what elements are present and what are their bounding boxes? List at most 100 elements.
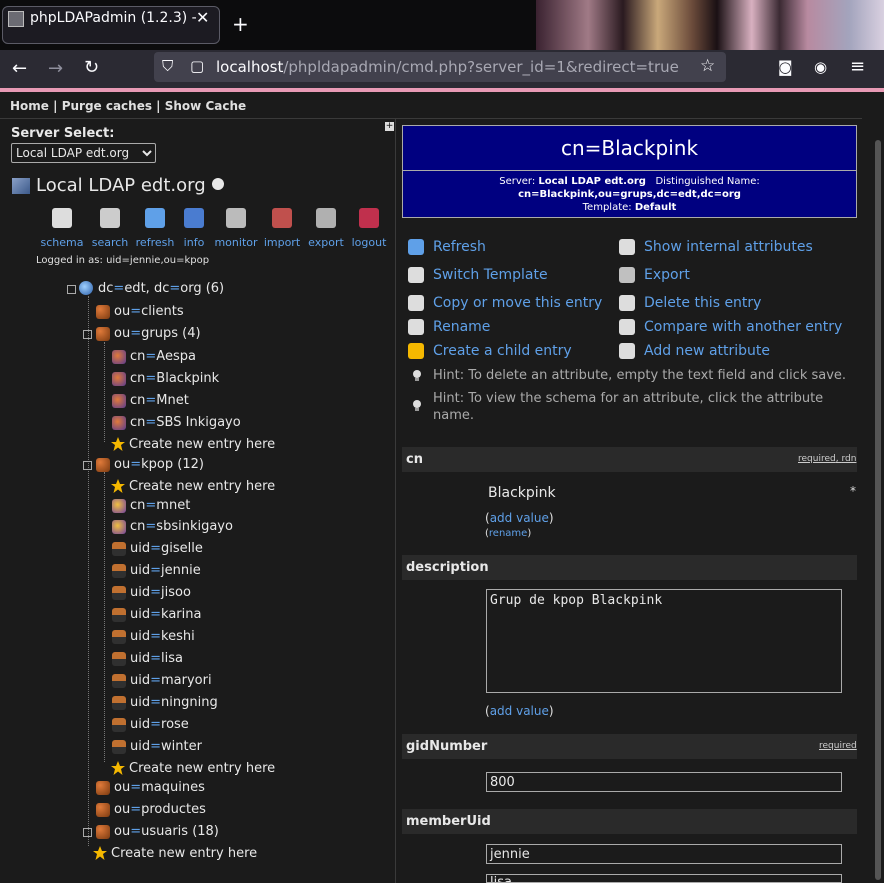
expand-icon[interactable]: + <box>385 122 394 131</box>
extension-icon[interactable]: ◉ <box>814 58 827 76</box>
memberuid-input[interactable]: lisa <box>486 874 842 883</box>
action-add-new-attribute[interactable]: Add new attribute <box>644 343 770 359</box>
tree-node[interactable]: uid=ningning <box>130 695 218 710</box>
attribute-name-description[interactable]: description <box>406 560 489 575</box>
tree-node-value: clients <box>141 304 184 319</box>
pocket-icon[interactable]: ◙ <box>778 58 793 76</box>
tree-node[interactable]: cn=Aespa <box>130 349 196 364</box>
server-select[interactable]: Local LDAP edt.org <box>11 143 156 163</box>
tree-node-count: (12) <box>173 457 204 472</box>
collapse-toggle[interactable] <box>83 461 92 470</box>
collapse-toggle[interactable] <box>67 285 76 294</box>
create-entry-link[interactable]: Create new entry here <box>129 479 275 494</box>
tree-node[interactable]: uid=lisa <box>130 651 183 666</box>
server-value: Local LDAP edt.org <box>538 176 646 187</box>
purge-caches-link[interactable]: Purge caches <box>62 99 152 113</box>
rdn-link[interactable]: rdn <box>841 454 856 464</box>
close-tab-icon[interactable]: ✕ <box>196 8 209 27</box>
description-textarea[interactable]: Grup de kpop Blackpink <box>486 589 842 693</box>
tree-node[interactable]: uid=karina <box>130 607 201 622</box>
action-rename[interactable]: Rename <box>433 319 490 335</box>
paren: ) <box>548 704 554 718</box>
tree-node[interactable]: uid=winter <box>130 739 202 754</box>
tree-node[interactable]: ou=clients <box>114 304 184 319</box>
add-value-link[interactable]: add value <box>490 511 549 525</box>
home-link[interactable]: Home <box>10 99 49 113</box>
action-copy-or-move-this-entry[interactable]: Copy or move this entry <box>433 295 602 311</box>
tree-node[interactable]: uid=jennie <box>130 563 201 578</box>
action-delete-this-entry[interactable]: Delete this entry <box>644 295 761 311</box>
attribute-name-gidnumber[interactable]: gidNumber <box>406 739 487 754</box>
tree-separator: = <box>150 629 162 644</box>
tree-node[interactable]: uid=maryori <box>130 673 212 688</box>
menu-icon[interactable]: ≡ <box>850 56 865 77</box>
create-entry-link[interactable]: Create new entry here <box>111 846 257 861</box>
lightbulb-icon <box>410 367 426 383</box>
tool-logout[interactable]: logout <box>343 208 395 249</box>
group-icon <box>112 520 126 534</box>
tool-monitor[interactable]: monitor <box>210 208 262 249</box>
tree-node[interactable]: cn=mnet <box>130 498 190 513</box>
tree-separator: , <box>145 281 154 296</box>
tree-node-attr: uid <box>130 651 151 666</box>
page-icon[interactable]: ▢ <box>190 57 204 75</box>
tree-node-value: Blackpink <box>156 371 220 386</box>
tree-node-count: (4) <box>177 326 201 341</box>
tree-node[interactable]: ou=usuaris (18) <box>114 824 219 839</box>
tree-node[interactable]: cn=Blackpink <box>130 371 219 386</box>
tree-node[interactable]: uid=giselle <box>130 541 203 556</box>
show-cache-link[interactable]: Show Cache <box>165 99 246 113</box>
shield-icon[interactable]: ⛉ <box>162 57 173 75</box>
tree-node[interactable]: cn=Mnet <box>130 393 189 408</box>
action-export[interactable]: Export <box>644 267 690 283</box>
tree-node[interactable]: uid=jisoo <box>130 585 191 600</box>
create-entry-link[interactable]: Create new entry here <box>129 761 275 776</box>
rename-link[interactable]: rename <box>489 528 527 539</box>
tree-node[interactable]: uid=rose <box>130 717 189 732</box>
logged-in-text: Logged in as: uid=jennie,ou=kpop <box>36 255 210 266</box>
action-compare-with-another-entry[interactable]: Compare with another entry <box>644 319 842 335</box>
memberuid-input[interactable]: jennie <box>486 844 842 864</box>
tree-node[interactable]: ou=productes <box>114 802 206 817</box>
bookmark-star-icon[interactable]: ☆ <box>700 56 715 76</box>
action-switch-template[interactable]: Switch Template <box>433 267 548 283</box>
export-icon <box>316 208 336 228</box>
action-create-a-child-entry[interactable]: Create a child entry <box>433 343 572 359</box>
url-text[interactable]: localhost/phpldapadmin/cmd.php?server_id… <box>216 58 679 76</box>
back-icon[interactable]: ← <box>12 58 27 79</box>
forward-icon[interactable]: → <box>48 58 63 79</box>
required-link[interactable]: required <box>819 741 857 751</box>
group-icon <box>112 372 126 386</box>
attribute-name-cn[interactable]: cn <box>406 452 423 467</box>
required-link[interactable]: required <box>798 454 836 464</box>
attribute-name-memberuid[interactable]: memberUid <box>406 814 491 829</box>
gidnumber-input[interactable]: 800 <box>486 772 842 792</box>
tree-node[interactable]: cn=sbsinkigayo <box>130 519 233 534</box>
tree-node-attr: ou <box>114 326 131 341</box>
tree-node[interactable]: ou=grups (4) <box>114 326 201 341</box>
tree-node-value: karina <box>161 607 202 622</box>
entry-header-info: Server: Local LDAP edt.org Distinguished… <box>402 175 857 214</box>
star-icon <box>110 436 125 451</box>
tree-node-attr: uid <box>130 563 151 578</box>
tree-node[interactable]: cn=SBS Inkigayo <box>130 415 241 430</box>
tool-schema[interactable]: schema <box>36 208 88 249</box>
tree-node[interactable]: ou=kpop (12) <box>114 457 204 472</box>
tree-node-attr: cn <box>130 415 146 430</box>
url-path: /phpldapadmin/cmd.php?server_id=1&redire… <box>283 58 679 76</box>
new-tab-icon[interactable]: + <box>232 12 249 36</box>
tree-root-node[interactable]: dc=edt, dc=org (6) <box>98 281 224 296</box>
collapse-toggle[interactable] <box>83 828 92 837</box>
create-entry-link[interactable]: Create new entry here <box>129 437 275 452</box>
tree-node-attr: uid <box>130 695 151 710</box>
reload-icon[interactable]: ↻ <box>84 57 99 78</box>
tree-node[interactable]: ou=maquines <box>114 780 205 795</box>
server-title[interactable]: Local LDAP edt.org <box>36 175 206 196</box>
add-value-link[interactable]: add value <box>490 704 549 718</box>
action-show-internal-attributes[interactable]: Show internal attributes <box>644 239 813 255</box>
tree-node[interactable]: uid=keshi <box>130 629 195 644</box>
action-refresh[interactable]: Refresh <box>433 239 486 255</box>
scrollbar-thumb[interactable] <box>875 140 881 880</box>
collapse-toggle[interactable] <box>83 330 92 339</box>
hint-delete-attribute: Hint: To delete an attribute, empty the … <box>433 368 847 383</box>
